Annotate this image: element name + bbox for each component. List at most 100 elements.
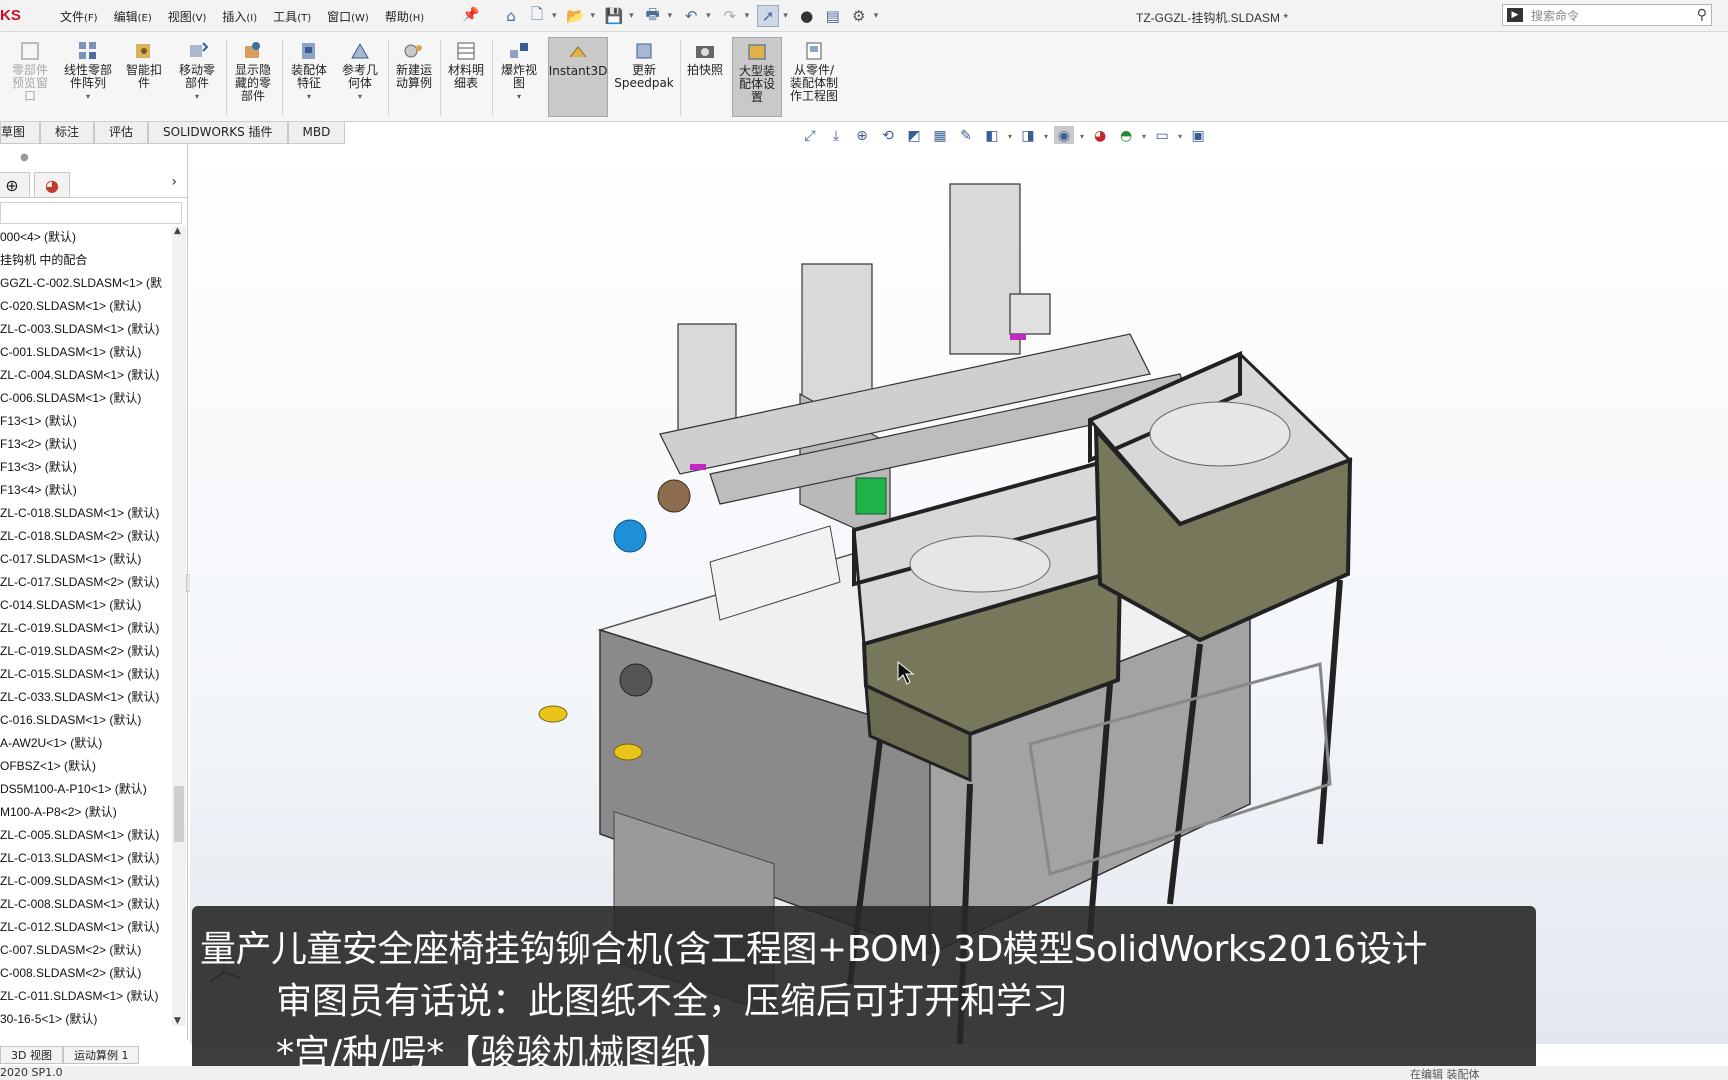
chevron-down-icon[interactable]: ▾ [629,11,634,21]
menu-file[interactable]: 文件(F) [52,8,106,25]
menu-tools[interactable]: 工具(T) [265,8,319,25]
chevron-down-icon[interactable]: ▾ [1044,132,1048,141]
scroll-down-icon[interactable]: ▼ [174,1016,181,1026]
smart-fasteners-button[interactable]: 智能扣件 [122,40,166,90]
new-document-icon[interactable]: 🗋 [526,5,548,27]
assembly-features-button[interactable]: 装配体 特征 ▾ [284,40,334,103]
tree-item[interactable]: F13<2> (默认) [0,433,172,456]
tree-item[interactable]: C-007.SLDASM<2> (默认) [0,939,172,962]
file-properties-icon[interactable]: ▤ [822,5,844,27]
dynamic-annotation-icon[interactable]: ▦ [930,126,950,146]
chevron-down-icon[interactable]: ▾ [745,11,750,21]
chevron-down-icon[interactable]: ▾ [668,11,673,21]
tab-markup[interactable]: 标注 [40,122,95,144]
hide-show-items-icon[interactable]: ◉ [1054,126,1075,146]
tree-item[interactable]: ZL-C-011.SLDASM<1> (默认) [0,985,172,1008]
tree-filter-input[interactable] [0,202,182,224]
menu-view[interactable]: 视图(V) [160,8,215,25]
tree-item[interactable]: ZL-C-015.SLDASM<1> (默认) [0,663,172,686]
tree-item[interactable]: C-001.SLDASM<1> (默认) [0,341,172,364]
zoom-to-area-icon[interactable]: ⤓ [826,126,846,146]
linear-pattern-button[interactable]: 线性零部 件阵列 ▾ [58,40,118,103]
menu-insert[interactable]: 插入(I) [214,8,265,25]
chevron-down-icon[interactable]: ▾ [1008,132,1012,141]
tree-item[interactable]: GGZL-C-002.SLDASM<1> (默 [0,272,172,295]
tree-item[interactable]: ZL-C-012.SLDASM<1> (默认) [0,916,172,939]
tree-item[interactable]: 000<4> (默认) [0,226,172,249]
edit-appearance-icon[interactable]: ◕ [1090,126,1110,146]
tab-evaluate[interactable]: 评估 [94,122,149,144]
tree-item[interactable]: 30-16-5<1> (默认) [0,1008,172,1026]
chevron-down-icon[interactable]: ▾ [874,11,879,21]
tree-item[interactable]: C-008.SLDASM<2> (默认) [0,962,172,985]
search-icon[interactable]: ⚲ [1697,7,1707,23]
chevron-right-icon[interactable]: › [171,174,177,190]
select-pointer-icon[interactable]: ➚ [757,5,780,27]
new-motion-study-button[interactable]: 新建运 动算例 [390,40,438,90]
tree-item[interactable]: C-006.SLDASM<1> (默认) [0,387,172,410]
tree-item[interactable]: F13<4> (默认) [0,479,172,502]
scroll-up-icon[interactable]: ▲ [174,226,181,236]
undo-icon[interactable]: ↶ [680,5,702,27]
scroll-thumb[interactable] [174,786,184,842]
chevron-down-icon[interactable]: ▾ [552,11,557,21]
apply-scene-icon[interactable]: ◓ [1116,126,1136,146]
chevron-down-icon[interactable]: ▾ [1142,132,1146,141]
tree-item[interactable]: ZL-C-033.SLDASM<1> (默认) [0,686,172,709]
tree-item[interactable]: ZL-C-018.SLDASM<1> (默认) [0,502,172,525]
chevron-down-icon[interactable]: ▾ [1080,132,1084,141]
tree-item[interactable]: C-017.SLDASM<1> (默认) [0,548,172,571]
exploded-view-button[interactable]: 爆炸视图 ▾ [494,40,544,103]
tree-item[interactable]: A-AW2U<1> (默认) [0,732,172,755]
show-hidden-components-button[interactable]: 显示隐 藏的零 部件 [228,40,278,103]
make-drawing-button[interactable]: 从零件/装配体制 作工程图 [784,40,844,103]
tree-item[interactable]: F13<3> (默认) [0,456,172,479]
move-component-button[interactable]: 移动零 部件 ▾ [172,40,222,103]
tree-item[interactable]: ZL-C-013.SLDASM<1> (默认) [0,847,172,870]
tree-item[interactable]: ZL-C-017.SLDASM<2> (默认) [0,571,172,594]
pin-icon[interactable]: 📌 [462,7,479,23]
redo-icon[interactable]: ↷ [719,5,741,27]
chevron-down-icon[interactable]: ▾ [706,11,711,21]
chevron-down-icon[interactable]: ▾ [1178,132,1182,141]
chevron-down-icon[interactable]: ▾ [783,11,788,21]
split-window-icon[interactable]: ▣ [1188,126,1208,146]
tree-item[interactable]: ZL-C-019.SLDASM<2> (默认) [0,640,172,663]
tree-item[interactable]: DS5M100-A-P10<1> (默认) [0,778,172,801]
update-speedpak-button[interactable]: 更新 Speedpak [612,40,676,90]
tab-mbd[interactable]: MBD [287,122,346,144]
tab-motion-study[interactable]: 运动算例 1 [62,1046,140,1064]
component-preview-button[interactable]: 零部件 预览窗口 [6,40,54,103]
menu-edit[interactable]: 编辑(E) [106,8,160,25]
reference-geometry-button[interactable]: 参考几 何体 ▾ [336,40,384,103]
tree-item[interactable]: ZL-C-004.SLDASM<1> (默认) [0,364,172,387]
tab-sketch[interactable]: 草图 [0,122,41,144]
display-manager-tab[interactable]: ◕ [34,172,70,198]
view-settings-icon[interactable]: ▭ [1152,126,1172,146]
tree-item[interactable]: OFBSZ<1> (默认) [0,755,172,778]
section-view-icon[interactable]: ◩ [904,126,924,146]
configuration-manager-tab[interactable]: ⊕ [0,172,30,198]
tree-item[interactable]: M100-A-P8<2> (默认) [0,801,172,824]
menu-help[interactable]: 帮助(H) [377,8,432,25]
traffic-light-icon[interactable]: ● [796,5,818,27]
tree-scrollbar[interactable]: ▲ ▼ [172,226,186,1026]
open-icon[interactable]: 📂 [565,5,587,27]
gear-icon[interactable]: ⚙ [848,5,870,27]
tab-solidworks-addins[interactable]: SOLIDWORKS 插件 [148,122,288,144]
chevron-down-icon[interactable]: ▾ [591,11,596,21]
tree-item[interactable]: C-016.SLDASM<1> (默认) [0,709,172,732]
tab-3d-view[interactable]: 3D 视图 [0,1046,63,1064]
zoom-to-fit-icon[interactable]: ⤢ [800,126,820,146]
tree-item[interactable]: ZL-C-003.SLDASM<1> (默认) [0,318,172,341]
instant3d-button[interactable]: Instant3D [548,37,608,117]
tree-item[interactable]: ZL-C-008.SLDASM<1> (默认) [0,893,172,916]
display-style-icon[interactable]: ◨ [1018,126,1038,146]
save-icon[interactable]: 💾 [603,5,625,27]
menu-window[interactable]: 窗口(W) [319,8,377,25]
search-commands-box[interactable]: ▶ 搜索命令 ⚲ [1502,4,1712,26]
zoom-in-icon[interactable]: ⊕ [852,126,872,146]
tree-item[interactable]: 挂钩机 中的配合 [0,249,172,272]
take-snapshot-button[interactable]: 拍快照 [682,40,728,77]
tree-item[interactable]: ZL-C-019.SLDASM<1> (默认) [0,617,172,640]
